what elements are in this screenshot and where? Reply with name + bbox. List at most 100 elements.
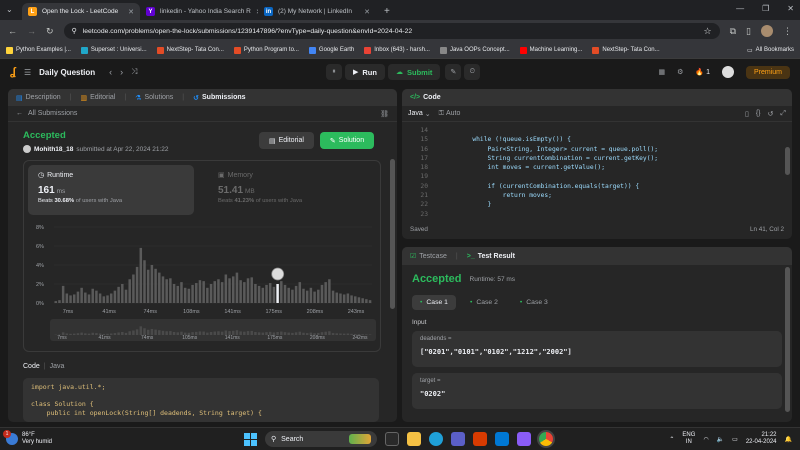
memory-box[interactable]: ▣ Memory 51.41 MB Beats 41.23% of users w… xyxy=(208,165,374,215)
code-preview[interactable]: import java.util.*; class Solution { publ… xyxy=(23,378,379,422)
browser-tab[interactable]: L Open the Lock - LeetCode ✕ xyxy=(22,3,140,20)
tab-testcase[interactable]: ☑ Testcase xyxy=(410,252,447,261)
solution-button[interactable]: ✎ Solution xyxy=(319,132,375,149)
tab-search-icon[interactable]: ⌄ xyxy=(6,5,13,14)
url-text[interactable]: leetcode.com/problems/open-the-lock/subm… xyxy=(83,28,412,35)
clock[interactable]: 21:22 22-04-2024 xyxy=(746,432,777,446)
bookmark-item[interactable]: NextStep- Tata Con... xyxy=(592,46,660,54)
case-tab[interactable]: • Case 3 xyxy=(512,295,556,310)
link-icon[interactable]: ⛓ xyxy=(380,110,389,118)
url-bar[interactable]: ⚲ leetcode.com/problems/open-the-lock/su… xyxy=(63,23,720,39)
file-explorer-icon[interactable] xyxy=(407,432,421,446)
volume-icon[interactable]: 🔈 xyxy=(717,436,724,443)
tab-code[interactable]: </> Code xyxy=(410,94,441,101)
bookmark-item[interactable]: Google Earth xyxy=(308,46,354,54)
format-braces-icon[interactable]: {} xyxy=(756,110,761,117)
back-arrow-icon[interactable]: ← xyxy=(8,26,17,36)
edge-browser-icon[interactable] xyxy=(429,432,443,446)
browser-tab[interactable]: Ylinkedin - Yahoo India Search R✕ xyxy=(140,3,258,20)
browser-menu-icon[interactable]: ⋮ xyxy=(783,26,792,37)
result-scrollbar[interactable] xyxy=(785,267,790,412)
case-tab[interactable]: • Case 1 xyxy=(412,295,456,310)
tab-submissions[interactable]: ↺ Submissions xyxy=(193,94,245,102)
vscode-icon[interactable] xyxy=(495,432,509,446)
bookmark-item[interactable]: Inbox (643) - harsh... xyxy=(364,46,430,54)
left-scrollbar[interactable] xyxy=(390,159,395,309)
runtime-box[interactable]: ◷ Runtime 161 ms Beats 30.68% of users wi… xyxy=(28,165,194,215)
daily-question-label[interactable]: Daily Question xyxy=(39,68,95,77)
chrome-taskbar-icon[interactable] xyxy=(539,432,553,446)
timer-icon[interactable]: ⏲ xyxy=(464,64,481,80)
editorial-button[interactable]: ▤ Editorial xyxy=(259,132,314,149)
code-editor[interactable]: 131415 while (!queue.isEmpty()) {16 Pair… xyxy=(402,122,792,222)
reset-icon[interactable]: ↺ xyxy=(768,110,774,118)
tab-close-icon[interactable]: ✕ xyxy=(364,8,370,16)
deadends-box[interactable]: deadends = ["0201","0101","0102","1212",… xyxy=(412,331,782,367)
submit-button[interactable]: ☁ Submit xyxy=(387,64,441,80)
code-line: 19 xyxy=(402,172,792,181)
leetcode-logo[interactable]: ʆ xyxy=(10,66,16,78)
bookmark-star-icon[interactable]: ☆ xyxy=(704,26,712,37)
runtime-distribution-chart[interactable]: 8% 6% 4% 2% 0% 7ms 41ms 74ms 108ms 141ms 175ms 208m… xyxy=(24,215,382,351)
tab-description[interactable]: ▤ Description xyxy=(16,94,61,102)
close-window-icon[interactable]: ✕ xyxy=(787,4,794,13)
taskbar-search[interactable]: ⚲ Search xyxy=(265,431,377,447)
bookmark-item[interactable]: NextStep- Tata Con... xyxy=(156,46,224,54)
site-info-icon[interactable]: ⚲ xyxy=(72,27,77,35)
notification-bell-icon[interactable]: 🔔 xyxy=(785,436,792,443)
language-indicator[interactable]: ENG IN xyxy=(682,432,695,446)
prev-problem-icon[interactable]: ‹ xyxy=(109,67,112,77)
user-avatar[interactable] xyxy=(721,66,734,78)
bookmark-item[interactable]: Python Program to... xyxy=(233,46,299,54)
settings-gear-icon[interactable]: ⚙ xyxy=(677,68,683,76)
next-problem-icon[interactable]: › xyxy=(120,67,123,77)
shuffle-icon[interactable]: ⤨ xyxy=(131,67,137,77)
battery-icon[interactable]: ▭ xyxy=(732,436,738,443)
weather-widget[interactable]: 1 86°F Very humid xyxy=(0,430,52,446)
minimize-icon[interactable]: — xyxy=(736,4,744,13)
language-select[interactable]: Java ⌄ xyxy=(408,110,431,118)
side-panel-icon[interactable]: ▯ xyxy=(746,26,751,37)
teams-icon[interactable] xyxy=(451,432,465,446)
media-player-icon[interactable] xyxy=(517,432,531,446)
profile-avatar[interactable] xyxy=(761,25,773,37)
tab-solutions[interactable]: ⚗ Solutions xyxy=(135,94,173,102)
browser-tab[interactable]: in (2) My Network | LinkedIn ✕ xyxy=(258,3,376,20)
all-bookmarks[interactable]: ▭ All Bookmarks xyxy=(747,47,794,54)
layout-icon[interactable]: ▦ xyxy=(658,68,665,76)
forward-arrow-icon[interactable]: → xyxy=(27,26,36,36)
bookmark-item[interactable]: Java OOPs Concept... xyxy=(439,46,510,54)
bookmark-item[interactable]: Superset : Universi... xyxy=(80,46,147,54)
notes-icon[interactable]: ✎ xyxy=(445,64,462,80)
task-view-icon[interactable] xyxy=(385,432,399,446)
extensions-icon[interactable]: ⧉ xyxy=(730,26,736,37)
windows-start-icon[interactable] xyxy=(244,432,257,446)
submitter-name[interactable]: Mohith18_18 xyxy=(34,146,73,153)
editor-scrollbar[interactable] xyxy=(785,147,790,175)
premium-button[interactable]: Premium xyxy=(745,65,790,79)
tray-chevron-icon[interactable]: ⌃ xyxy=(669,436,674,443)
tab-test-result[interactable]: >_ Test Result xyxy=(467,253,515,260)
auto-toggle[interactable]: ⚿ Auto xyxy=(439,110,461,118)
wifi-icon[interactable]: ◠ xyxy=(703,436,708,443)
chart-bar xyxy=(158,272,161,303)
debug-button[interactable]: ⏸ xyxy=(326,64,342,80)
streak-counter[interactable]: 🔥 1 xyxy=(695,68,710,77)
fullscreen-icon[interactable]: ⤢ xyxy=(780,110,786,118)
tab-close-icon[interactable]: ✕ xyxy=(128,8,134,16)
problem-list-icon[interactable]: ☰ xyxy=(24,68,31,77)
bookmark-item[interactable]: Python Examples |... xyxy=(6,46,71,54)
maximize-icon[interactable]: ❐ xyxy=(762,4,769,13)
all-submissions-link[interactable]: All Submissions xyxy=(28,110,77,117)
back-icon[interactable]: ← xyxy=(16,110,23,117)
reload-icon[interactable]: ↻ xyxy=(46,26,54,37)
runtime-beats-of: of users with Java xyxy=(75,198,123,204)
run-button[interactable]: ▶ Run xyxy=(345,64,385,80)
tab-editorial[interactable]: ▥ Editorial xyxy=(80,94,115,102)
target-box[interactable]: target = "0202" xyxy=(412,373,782,409)
new-tab-button[interactable]: + xyxy=(384,6,390,17)
case-tab[interactable]: • Case 2 xyxy=(462,295,506,310)
bookmark-item[interactable]: Machine Learning... xyxy=(519,46,582,54)
bookmark-icon[interactable]: ▯ xyxy=(745,110,749,118)
office-icon[interactable] xyxy=(473,432,487,446)
